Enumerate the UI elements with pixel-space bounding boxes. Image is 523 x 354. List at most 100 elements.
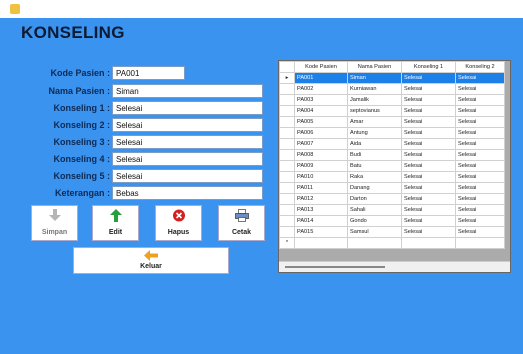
table-row[interactable]: PA014 Gondo Selesai Selesai (279, 215, 505, 227)
row-header-cell[interactable] (279, 171, 295, 183)
table-row[interactable]: PA011 Danang Selesai Selesai (279, 182, 505, 194)
row-header-cell[interactable] (279, 182, 295, 194)
pasien-data-grid[interactable]: Kode Pasien Nama Pasien Konseling 1 Kons… (278, 60, 511, 273)
cell-kode-pasien[interactable]: PA011 (294, 182, 348, 194)
row-header-cell[interactable] (279, 160, 295, 172)
cell-konseling-2[interactable]: Selesai (455, 138, 505, 150)
new-row-marker[interactable]: * (279, 237, 295, 249)
cell-nama-pasien[interactable]: Sahali (347, 204, 402, 216)
new-row-cell[interactable] (455, 237, 505, 249)
cell-nama-pasien[interactable]: Siman (347, 72, 402, 84)
cell-konseling-1[interactable]: Selesai (401, 215, 456, 227)
new-row-cell[interactable] (401, 237, 456, 249)
cell-konseling-1[interactable]: Selesai (401, 127, 456, 139)
konseling-4-input[interactable] (112, 152, 263, 166)
row-header-cell[interactable] (279, 138, 295, 150)
table-row[interactable]: PA009 Batu Selesai Selesai (279, 160, 505, 172)
cell-konseling-1[interactable]: Selesai (401, 193, 456, 205)
cell-nama-pasien[interactable]: Kurniawan (347, 83, 402, 95)
table-row[interactable]: PA006 Antung Selesai Selesai (279, 127, 505, 139)
row-header-cell[interactable] (279, 116, 295, 128)
row-header-cell[interactable] (279, 215, 295, 227)
cell-konseling-2[interactable]: Selesai (455, 193, 505, 205)
cell-konseling-1[interactable]: Selesai (401, 160, 456, 172)
simpan-button[interactable]: Simpan (31, 205, 78, 241)
edit-button[interactable]: Edit (92, 205, 139, 241)
cell-nama-pasien[interactable]: Darton (347, 193, 402, 205)
kode-pasien-input[interactable] (112, 66, 185, 80)
konseling-5-input[interactable] (112, 169, 263, 183)
cell-konseling-2[interactable]: Selesai (455, 94, 505, 106)
cell-konseling-2[interactable]: Selesai (455, 105, 505, 117)
table-row[interactable]: PA002 Kurniawan Selesai Selesai (279, 83, 505, 95)
cell-kode-pasien[interactable]: PA013 (294, 204, 348, 216)
cell-konseling-1[interactable]: Selesai (401, 72, 456, 84)
cell-konseling-2[interactable]: Selesai (455, 182, 505, 194)
cell-konseling-1[interactable]: Selesai (401, 116, 456, 128)
cell-konseling-2[interactable]: Selesai (455, 72, 505, 84)
cell-nama-pasien[interactable]: Danang (347, 182, 402, 194)
cell-konseling-1[interactable]: Selesai (401, 94, 456, 106)
cell-kode-pasien[interactable]: PA015 (294, 226, 348, 238)
table-row[interactable]: PA003 Jamalik Selesai Selesai (279, 94, 505, 106)
cell-nama-pasien[interactable]: Amar (347, 116, 402, 128)
cell-konseling-1[interactable]: Selesai (401, 138, 456, 150)
cell-kode-pasien[interactable]: PA012 (294, 193, 348, 205)
cell-kode-pasien[interactable]: PA001 (294, 72, 348, 84)
keterangan-input[interactable] (112, 186, 263, 200)
cell-kode-pasien[interactable]: PA010 (294, 171, 348, 183)
cell-konseling-2[interactable]: Selesai (455, 83, 505, 95)
row-header-cell[interactable] (279, 127, 295, 139)
table-row[interactable]: PA005 Amar Selesai Selesai (279, 116, 505, 128)
cell-nama-pasien[interactable]: Batu (347, 160, 402, 172)
new-row-cell[interactable] (294, 237, 348, 249)
cell-konseling-1[interactable]: Selesai (401, 171, 456, 183)
cell-konseling-1[interactable]: Selesai (401, 83, 456, 95)
cell-kode-pasien[interactable]: PA006 (294, 127, 348, 139)
cell-nama-pasien[interactable]: Raka (347, 171, 402, 183)
row-header-cell[interactable] (279, 204, 295, 216)
column-header-konseling-1[interactable]: Konseling 1 (401, 61, 456, 73)
table-row[interactable]: PA013 Sahali Selesai Selesai (279, 204, 505, 216)
column-header-nama[interactable]: Nama Pasien (347, 61, 402, 73)
cell-konseling-2[interactable]: Selesai (455, 160, 505, 172)
konseling-2-input[interactable] (112, 118, 263, 132)
cell-konseling-2[interactable]: Selesai (455, 149, 505, 161)
row-header-cell[interactable] (279, 193, 295, 205)
table-row[interactable]: PA015 Samsul Selesai Selesai (279, 226, 505, 238)
cell-nama-pasien[interactable]: Antung (347, 127, 402, 139)
cell-konseling-1[interactable]: Selesai (401, 182, 456, 194)
row-header-cell[interactable] (279, 226, 295, 238)
column-header-kode[interactable]: Kode Pasien (294, 61, 348, 73)
cell-konseling-2[interactable]: Selesai (455, 204, 505, 216)
cell-nama-pasien[interactable]: septovianus (347, 105, 402, 117)
table-row[interactable]: PA008 Budi Selesai Selesai (279, 149, 505, 161)
row-header-cell[interactable] (279, 149, 295, 161)
cell-konseling-1[interactable]: Selesai (401, 204, 456, 216)
cell-konseling-2[interactable]: Selesai (455, 127, 505, 139)
cell-kode-pasien[interactable]: PA007 (294, 138, 348, 150)
cell-kode-pasien[interactable]: PA004 (294, 105, 348, 117)
cell-nama-pasien[interactable]: Aida (347, 138, 402, 150)
nama-pasien-input[interactable] (112, 84, 263, 98)
cell-kode-pasien[interactable]: PA002 (294, 83, 348, 95)
cell-konseling-1[interactable]: Selesai (401, 105, 456, 117)
cell-nama-pasien[interactable]: Budi (347, 149, 402, 161)
cell-kode-pasien[interactable]: PA003 (294, 94, 348, 106)
konseling-3-input[interactable] (112, 135, 263, 149)
cell-konseling-2[interactable]: Selesai (455, 215, 505, 227)
table-row[interactable]: PA012 Darton Selesai Selesai (279, 193, 505, 205)
cell-konseling-1[interactable]: Selesai (401, 226, 456, 238)
new-row[interactable]: * (279, 237, 505, 249)
cell-konseling-2[interactable]: Selesai (455, 226, 505, 238)
cell-kode-pasien[interactable]: PA005 (294, 116, 348, 128)
cell-nama-pasien[interactable]: Samsul (347, 226, 402, 238)
table-row[interactable]: ▸ PA001 Siman Selesai Selesai (279, 72, 505, 84)
row-header-cell[interactable] (279, 94, 295, 106)
cell-konseling-1[interactable]: Selesai (401, 149, 456, 161)
cell-kode-pasien[interactable]: PA009 (294, 160, 348, 172)
cell-nama-pasien[interactable]: Gondo (347, 215, 402, 227)
cell-kode-pasien[interactable]: PA008 (294, 149, 348, 161)
cetak-button[interactable]: Cetak (218, 205, 265, 241)
keluar-button[interactable]: Keluar (73, 247, 229, 274)
